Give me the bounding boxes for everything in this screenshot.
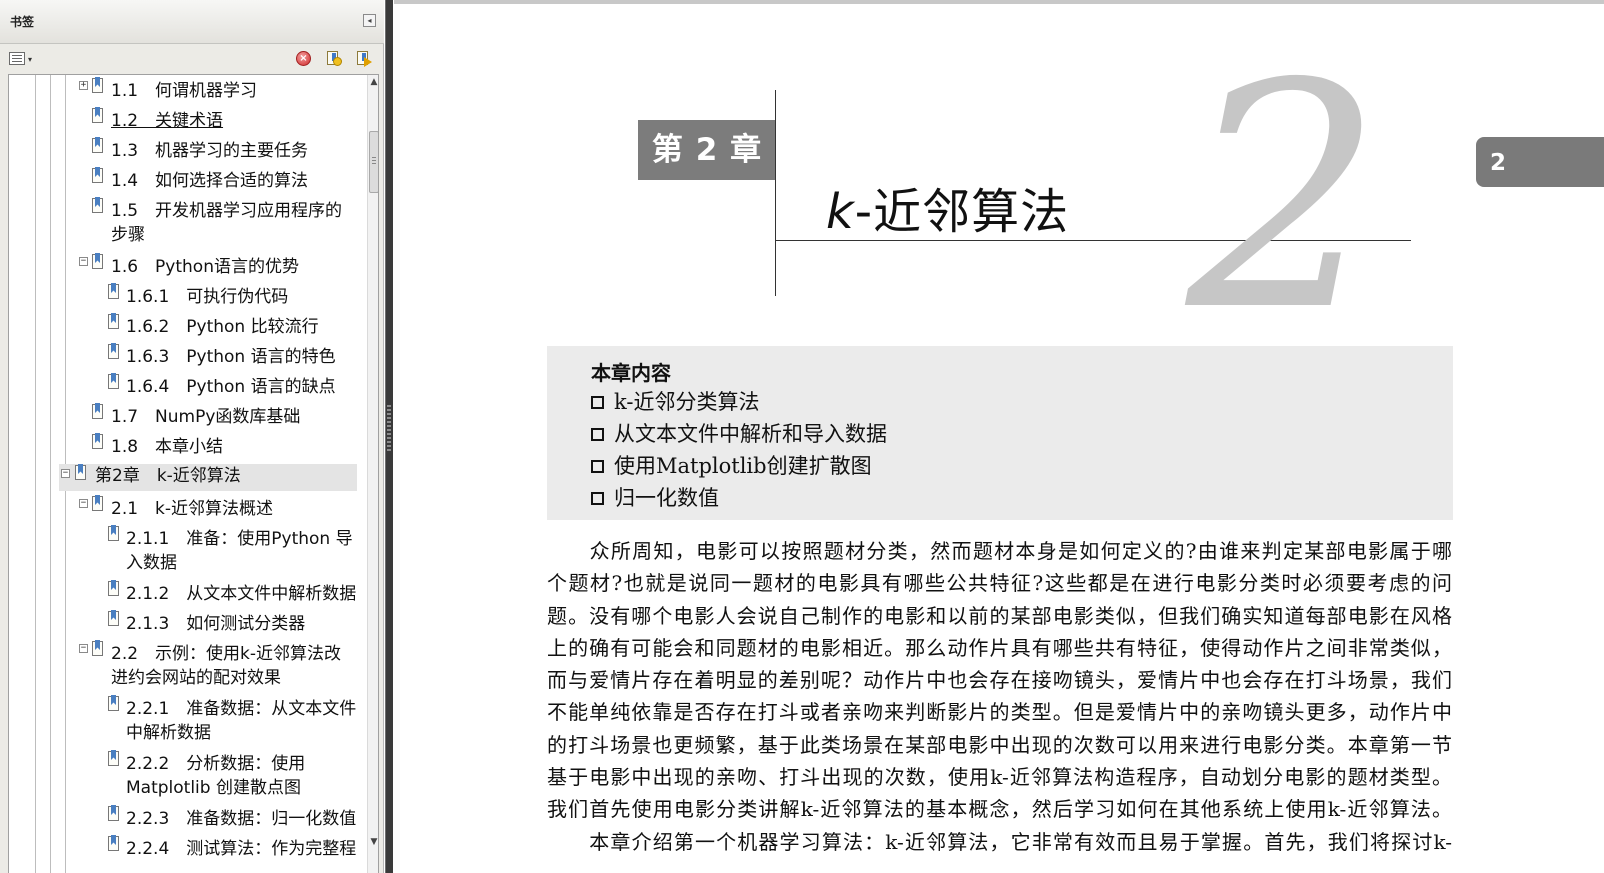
collapse-toggle[interactable]: − [79,257,88,266]
bookmark-icon [92,107,104,125]
expand-bookmark-icon[interactable] [355,50,372,67]
body-line: 不能单纯依靠是否存在打斗或者亲吻来判断影片的类型。但是爱情片中的亲吻镜头更多，动… [547,700,1452,725]
checkbox-icon [591,460,604,473]
bookmark-item[interactable]: 2.2 示例：使用k-近邻算法改 进约会网站的配对效果 [111,642,341,690]
bookmark-item[interactable]: 2.1.3 如何测试分类器 [126,612,305,636]
bookmark-icon [108,580,120,598]
bookmark-icon [108,343,120,361]
bookmark-icon [108,610,120,628]
collapse-toggle[interactable]: − [79,644,88,653]
summary-item: 使用Matplotlib创建扩散图 [591,450,872,480]
bookmark-icon [75,464,87,482]
expand-toggle[interactable]: + [79,81,88,90]
bookmark-icon [108,750,120,768]
bookmark-icon [92,197,104,215]
chapter-number-watermark: 2 [1186,18,1384,379]
bookmark-item[interactable]: 1.6.1 可执行伪代码 [126,285,288,309]
bookmark-icon [108,313,120,331]
chapter-title: k-近邻算法 [826,172,1069,242]
bookmark-icon [92,253,104,271]
bookmark-item[interactable]: 1.7 NumPy函数库基础 [111,405,300,429]
collapse-toggle[interactable]: − [61,469,70,478]
bookmark-tree[interactable]: + 1.1 何谓机器学习 1.2 关键术语 1.3 机器学习的主要任务 1.4 … [8,74,379,873]
bookmark-icon [92,640,104,658]
chapter-title-rest: -近邻算法 [854,184,1070,240]
bookmark-item[interactable]: 1.8 本章小结 [111,435,223,459]
scroll-up-arrow-icon[interactable]: ▲ [368,77,378,91]
panel-header: 书签 ◂ [0,0,384,44]
checkbox-icon [591,492,604,505]
summary-item: 从文本文件中解析和导入数据 [591,418,887,448]
summary-item: k-近邻分类算法 [591,386,759,416]
body-line: 题。没有哪个电影人会说自己制作的电影和以前的某部电影类似，但我们确实知道每部电影… [547,603,1452,628]
scroll-down-arrow-icon[interactable]: ▼ [368,837,378,851]
summary-item: 归一化数值 [591,482,719,512]
body-line: 众所周知，电影可以按照题材分类，然而题材本身是如何定义的?由谁来判定某部电影属于… [547,539,1452,563]
bookmark-item[interactable]: 2.2.4 测试算法：作为完整程 [126,837,356,861]
bookmark-icon [108,283,120,301]
bookmark-icon [108,695,120,713]
panel-title: 书签 [10,15,35,29]
body-line: 个题材?也就是说同一题材的电影具有哪些公共特征?这些都是在进行电影分类时必须要考… [547,571,1452,596]
bookmark-icon [92,403,104,421]
bookmark-item[interactable]: 1.6.4 Python 语言的缺点 [126,375,336,399]
checkbox-icon [591,396,604,409]
body-line: 的打斗场景也更频繁，基于此类场景在某部电影中出现的次数可以用来进行电影分类。本章… [547,732,1452,757]
bookmark-icon [108,835,120,853]
bookmarks-panel: 书签 ◂ ▾ × + 1.1 何谓机器学习 1.2 关键术语 1.3 机器学习的… [0,0,384,873]
options-icon[interactable]: ▾ [9,51,35,67]
bookmark-item[interactable]: 1.2 关键术语 [111,109,223,133]
body-line: 我们首先使用电影分类讲解k-近邻算法的基本概念，然后学习如何在其他系统上使用k-… [547,797,1452,822]
bookmark-item[interactable]: 2.1.2 从文本文件中解析数据 [126,582,356,606]
chapter-label: 第 2 章 [638,120,776,180]
bookmark-item[interactable]: 1.6 Python语言的优势 [111,255,299,279]
bookmark-item[interactable]: 1.3 机器学习的主要任务 [111,139,308,163]
chapter-side-tab: 2 [1476,137,1604,187]
bookmark-icon [92,433,104,451]
splitter-grip-icon[interactable] [387,405,391,451]
bookmark-icon [108,373,120,391]
body-line: 而与爱情片存在着明显的差别呢？动作片中也会存在接吻镜头，爱情片中也会存在打斗场景… [547,668,1452,693]
panel-splitter[interactable] [385,0,393,873]
checkbox-icon [591,428,604,441]
bookmark-icon [108,805,120,823]
chapter-title-italic: k [826,184,855,240]
bookmark-item[interactable]: 1.1 何谓机器学习 [111,79,257,103]
title-divider-vertical [775,90,776,296]
body-line: 基于电影中出现的亲吻、打斗出现的次数，使用k-近邻算法构造程序，自动划分电影的题… [547,765,1452,790]
bookmark-icon [92,137,104,155]
bookmark-item[interactable]: 1.5 开发机器学习应用程序的 步骤 [111,199,342,247]
bookmark-item[interactable]: 2.1.1 准备：使用Python 导入数据 [126,527,353,575]
bookmark-icon [92,167,104,185]
summary-title: 本章内容 [591,361,671,385]
body-line: 上的确有可能会和同题材的电影相近。那么动作片具有哪些共有特征，使得动作片之间非常… [547,635,1452,660]
bookmark-icon [108,525,120,543]
chapter-summary-box: 本章内容 k-近邻分类算法 从文本文件中解析和导入数据 使用Matplotlib… [547,346,1453,520]
new-bookmark-icon[interactable] [325,50,342,67]
document-page: 第 2 章 2 k-近邻算法 2 本章内容 k-近邻分类算法 从文本文件中解析和… [394,0,1604,873]
bookmark-item[interactable]: 2.2.2 分析数据：使用 Matplotlib 创建散点图 [126,752,305,800]
bookmark-icon [92,77,104,95]
bookmark-icon [92,495,104,513]
delete-bookmark-icon[interactable]: × [296,51,311,66]
tree-scrollbar[interactable]: ▲ ▼ [367,75,378,873]
collapse-panel-button[interactable]: ◂ [363,14,376,27]
body-text: 众所周知，电影可以按照题材分类，然而题材本身是如何定义的?由谁来判定某部电影属于… [547,535,1452,858]
bookmark-item[interactable]: 1.6.3 Python 语言的特色 [126,345,336,369]
bookmark-item[interactable]: 1.6.2 Python 比较流行 [126,315,319,339]
bookmark-item-selected[interactable]: 第2章 k-近邻算法 [59,464,357,491]
bookmark-item[interactable]: 2.2.1 准备数据：从文本文件 中解析数据 [126,697,356,745]
scroll-thumb[interactable] [369,131,378,193]
collapse-toggle[interactable]: − [79,499,88,508]
bookmarks-toolbar: ▾ × [0,45,384,73]
bookmark-item[interactable]: 2.1 k-近邻算法概述 [111,497,273,521]
body-line: 本章介绍第一个机器学习算法：k-近邻算法，它非常有效而且易于掌握。首先，我们将探… [547,829,1452,854]
bookmark-item[interactable]: 1.4 如何选择合适的算法 [111,169,308,193]
bookmark-item[interactable]: 2.2.3 准备数据：归一化数值 [126,807,356,831]
